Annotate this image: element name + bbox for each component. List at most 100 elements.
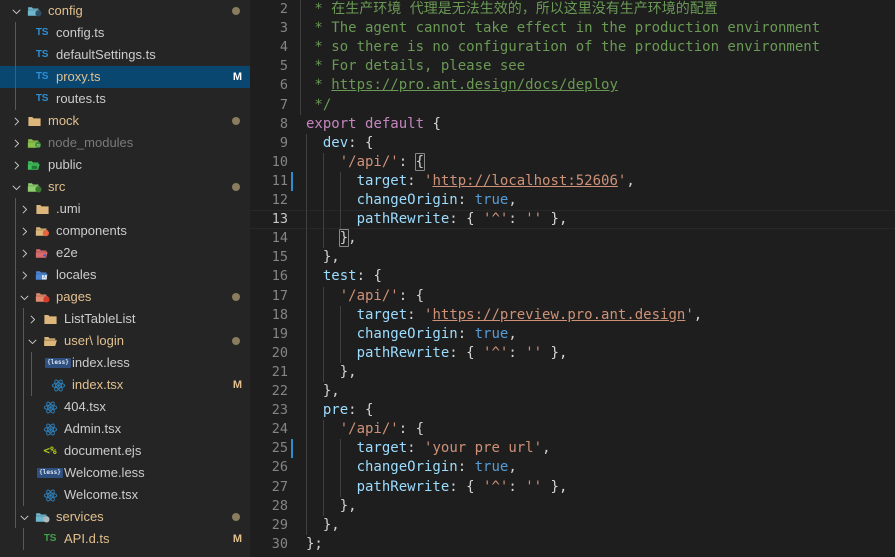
chevron-right-icon[interactable] <box>24 308 40 330</box>
code-line[interactable]: 18 target: 'https://preview.pro.ant.desi… <box>250 306 895 325</box>
tree-folder-.umi[interactable]: .umi <box>0 198 250 220</box>
tree-file-defaultsettings.ts[interactable]: TS defaultSettings.ts <box>0 44 250 66</box>
chevron-right-icon[interactable] <box>8 154 24 176</box>
chevron-down-icon[interactable] <box>8 176 24 198</box>
chevron-down-icon[interactable] <box>16 286 32 308</box>
code-line[interactable]: 8 export default { <box>250 115 895 134</box>
tree-folder-services[interactable]: services <box>0 506 250 528</box>
chevron-down-icon[interactable] <box>16 506 32 528</box>
line-number: 6 <box>279 77 288 94</box>
code-line[interactable]: 3 * The agent cannot take effect in the … <box>250 19 895 38</box>
chevron-down-icon[interactable] <box>24 330 40 352</box>
folder-change-dot-icon <box>232 293 240 301</box>
tree-file-index.tsx[interactable]: index.tsx M <box>0 374 250 396</box>
tree-item-label: document.ejs <box>64 443 142 458</box>
code-line[interactable]: 5 * For details, please see <box>250 57 895 76</box>
line-number: 18 <box>271 306 288 323</box>
line-number: 26 <box>271 459 288 476</box>
tree-folder-user-login[interactable]: user\ login <box>0 330 250 352</box>
code-line[interactable]: 20 pathRewrite: { '^': '' }, <box>250 344 895 363</box>
code-line[interactable]: 22 }, <box>250 382 895 401</box>
tree-file-welcome.less[interactable]: {less} Welcome.less <box>0 462 250 484</box>
tree-file-config.ts[interactable]: TS config.ts <box>0 22 250 44</box>
tree-folder-config[interactable]: config <box>0 0 250 22</box>
code-line[interactable]: 24 '/api/': { <box>250 420 895 439</box>
code-line[interactable]: 16 test: { <box>250 267 895 286</box>
tree-item-label: user\ login <box>64 333 124 348</box>
code-line[interactable]: 30}; <box>250 535 895 554</box>
folder-e2e-icon <box>32 242 52 264</box>
line-number: 5 <box>279 58 288 75</box>
tree-folder-components[interactable]: components <box>0 220 250 242</box>
code-line[interactable]: 4 * so there is no configuration of the … <box>250 38 895 57</box>
code-line[interactable]: 13 pathRewrite: { '^': '' }, <box>250 210 895 230</box>
chevron-right-icon[interactable] <box>8 110 24 132</box>
chevron-right-icon[interactable] <box>8 132 24 154</box>
code-line[interactable]: 28 }, <box>250 497 895 516</box>
code-text: }, <box>322 516 340 533</box>
tree-item-label: index.tsx <box>72 377 124 392</box>
tree-folder-e2e[interactable]: e2e <box>0 242 250 264</box>
tree-folder-locales[interactable]: Alocales <box>0 264 250 286</box>
code-line[interactable]: 15 }, <box>250 248 895 267</box>
code-line[interactable]: 14 }, <box>250 229 895 248</box>
code-line[interactable]: 26 changeOrigin: true, <box>250 458 895 477</box>
tree-file-api.d.ts[interactable]: TS API.d.ts M <box>0 528 250 550</box>
chevron-right-icon[interactable] <box>16 264 32 286</box>
explorer-sidebar[interactable]: config TS config.ts TS defaultSettings.ts TS p… <box>0 0 250 557</box>
chevron-right-icon[interactable] <box>16 198 32 220</box>
code-text: target: 'https://preview.pro.ant.design'… <box>356 306 703 323</box>
tree-file-proxy.ts[interactable]: TS proxy.ts M <box>0 66 250 88</box>
code-line[interactable]: 11 target: 'http://localhost:52606', <box>250 172 895 191</box>
chevron-down-icon[interactable] <box>8 0 24 22</box>
chevron-right-icon[interactable] <box>16 242 32 264</box>
code-line[interactable]: 19 changeOrigin: true, <box>250 325 895 344</box>
folder-public-icon <box>24 154 44 176</box>
code-line[interactable]: 7 */ <box>250 96 895 115</box>
code-line[interactable]: 23 pre: { <box>250 401 895 420</box>
code-text: }, <box>322 249 340 266</box>
line-number: 14 <box>271 230 288 247</box>
folder-node-icon: JS <box>24 132 44 154</box>
tree-file-welcome.tsx[interactable]: Welcome.tsx <box>0 484 250 506</box>
text-cursor <box>291 171 293 191</box>
tree-file-index.less[interactable]: {less} index.less <box>0 352 250 374</box>
tree-folder-node-modules[interactable]: JS node_modules <box>0 132 250 154</box>
code-line[interactable]: 12 changeOrigin: true, <box>250 191 895 210</box>
code-editor[interactable]: 2 * 在生产环境 代理是无法生效的，所以这里没有生产环境的配置 3 * The … <box>250 0 895 557</box>
code-text: pathRewrite: { '^': '' }, <box>356 478 568 495</box>
vscode-window: config TS config.ts TS defaultSettings.ts TS p… <box>0 0 895 557</box>
code-line[interactable]: 17 '/api/': { <box>250 287 895 306</box>
code-line[interactable]: 6 * https://pro.ant.design/docs/deploy <box>250 76 895 95</box>
line-number: 3 <box>279 20 288 37</box>
code-text: pathRewrite: { '^': '' }, <box>356 211 568 228</box>
code-text: export default { <box>306 115 441 132</box>
code-line[interactable]: 2 * 在生产环境 代理是无法生效的，所以这里没有生产环境的配置 <box>250 0 895 19</box>
tree-folder-pages[interactable]: pages <box>0 286 250 308</box>
line-number: 11 <box>271 172 288 189</box>
code-line[interactable]: 21 }, <box>250 363 895 382</box>
code-line[interactable]: 25 target: 'your pre url', <box>250 439 895 458</box>
tree-folder-mock[interactable]: mock <box>0 110 250 132</box>
tree-item-label: locales <box>56 267 97 282</box>
code-line[interactable]: 27 pathRewrite: { '^': '' }, <box>250 478 895 497</box>
line-number: 15 <box>271 249 288 266</box>
tree-file-document.ejs[interactable]: <% document.ejs <box>0 440 250 462</box>
file-tree[interactable]: config TS config.ts TS defaultSettings.ts TS p… <box>0 0 250 550</box>
chevron-right-icon[interactable] <box>16 220 32 242</box>
code-text: pre: { <box>322 402 374 419</box>
code-line[interactable]: 9 dev: { <box>250 134 895 153</box>
tree-file-404.tsx[interactable]: 404.tsx <box>0 396 250 418</box>
code-line[interactable]: 10 '/api/': { <box>250 152 895 172</box>
code-text: * For details, please see <box>306 58 526 75</box>
tree-folder-listtablelist[interactable]: ListTableList <box>0 308 250 330</box>
tree-file-routes.ts[interactable]: TS routes.ts <box>0 88 250 110</box>
ejs-icon: <% <box>43 444 57 457</box>
tree-folder-src[interactable]: src <box>0 176 250 198</box>
tree-folder-public[interactable]: public <box>0 154 250 176</box>
code-text: '/api/': { <box>339 152 426 171</box>
code-line[interactable]: 29 }, <box>250 516 895 535</box>
code-text: changeOrigin: true, <box>356 325 517 342</box>
folder-config-open-icon <box>24 0 44 22</box>
tree-file-admin.tsx[interactable]: Admin.tsx <box>0 418 250 440</box>
